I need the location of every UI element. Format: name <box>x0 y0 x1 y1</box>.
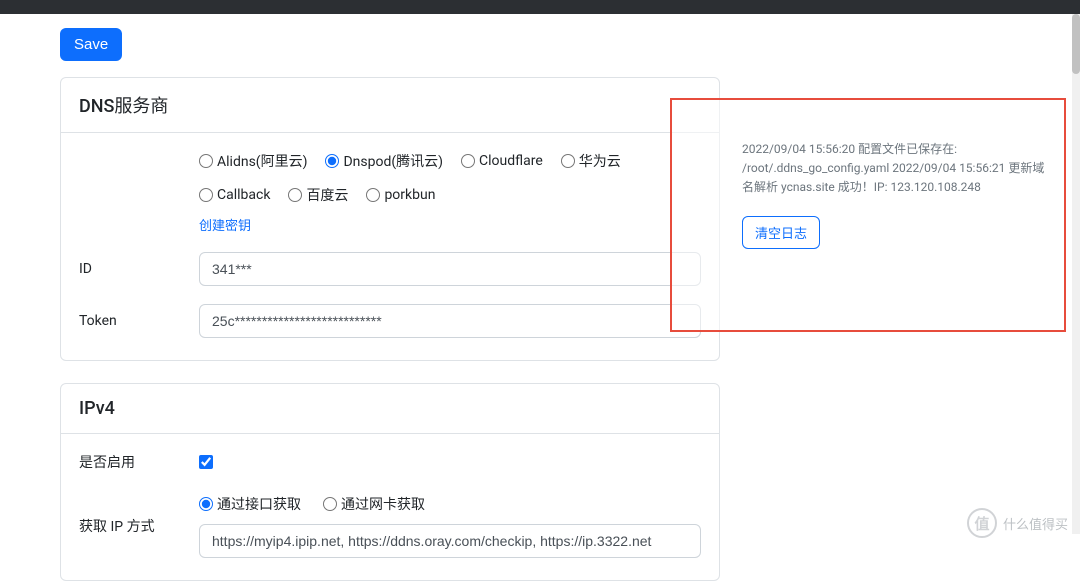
radio-baidu[interactable] <box>288 188 302 202</box>
log-panel: 2022/09/04 15:56:20 配置文件已保存在: /root/.ddn… <box>670 98 1066 332</box>
dns-provider-porkbun[interactable]: porkbun <box>366 187 435 203</box>
radio-huawei[interactable] <box>561 154 575 168</box>
dns-provider-huawei[interactable]: 华为云 <box>561 151 621 171</box>
save-button[interactable]: Save <box>60 28 122 61</box>
scrollbar-track[interactable] <box>1072 14 1080 534</box>
enable-label: 是否启用 <box>79 452 199 472</box>
radio-label: porkbun <box>384 187 435 203</box>
getip-label: 获取 IP 方式 <box>79 516 199 536</box>
dns-provider-cloudflare[interactable]: Cloudflare <box>461 153 543 169</box>
dns-provider-alidns[interactable]: Alidns(阿里云) <box>199 151 307 171</box>
enable-checkbox[interactable] <box>199 455 213 469</box>
watermark-text: 什么值得买 <box>1003 514 1068 533</box>
id-label: ID <box>79 261 199 277</box>
create-key-link[interactable]: 创建密钥 <box>199 219 251 234</box>
radio-label: 通过网卡获取 <box>341 494 425 514</box>
dns-card-title: DNS服务商 <box>61 78 719 133</box>
dns-provider-card: DNS服务商 Alidns(阿里云) Dnspod(腾讯云) Cloudflar… <box>60 77 720 361</box>
ip-url-input[interactable] <box>199 524 701 558</box>
radio-dnspod[interactable] <box>325 154 339 168</box>
window-topbar <box>0 0 1080 14</box>
id-input[interactable] <box>199 252 701 286</box>
radio-label: Callback <box>217 187 270 203</box>
radio-label: Cloudflare <box>479 153 543 169</box>
clear-log-button[interactable]: 清空日志 <box>742 216 820 249</box>
watermark: 值 什么值得买 <box>967 508 1068 538</box>
ipv4-card: IPv4 是否启用 获取 IP 方式 通过接口获取 通过网卡获取 <box>60 383 720 581</box>
radio-callback[interactable] <box>199 188 213 202</box>
radio-getip-api[interactable] <box>199 497 213 511</box>
radio-label: 华为云 <box>579 151 621 171</box>
scrollbar-thumb[interactable] <box>1072 14 1080 74</box>
dns-provider-radios: Alidns(阿里云) Dnspod(腾讯云) Cloudflare 华为云 C… <box>199 151 701 205</box>
getip-by-nic[interactable]: 通过网卡获取 <box>323 494 425 514</box>
token-input[interactable] <box>199 304 701 338</box>
radio-label: 通过接口获取 <box>217 494 301 514</box>
dns-provider-callback[interactable]: Callback <box>199 187 270 203</box>
watermark-badge-icon: 值 <box>967 508 997 538</box>
radio-label: Alidns(阿里云) <box>217 151 307 171</box>
radio-cloudflare[interactable] <box>461 154 475 168</box>
log-text: 2022/09/04 15:56:20 配置文件已保存在: /root/.ddn… <box>742 140 1046 198</box>
dns-provider-dnspod[interactable]: Dnspod(腾讯云) <box>325 151 443 171</box>
radio-alidns[interactable] <box>199 154 213 168</box>
radio-getip-nic[interactable] <box>323 497 337 511</box>
radio-porkbun[interactable] <box>366 188 380 202</box>
token-label: Token <box>79 313 199 329</box>
getip-by-api[interactable]: 通过接口获取 <box>199 494 301 514</box>
getip-radios: 通过接口获取 通过网卡获取 <box>199 494 701 514</box>
ipv4-card-title: IPv4 <box>61 384 719 434</box>
radio-label: 百度云 <box>306 185 348 205</box>
radio-label: Dnspod(腾讯云) <box>343 151 443 171</box>
dns-provider-baidu[interactable]: 百度云 <box>288 185 348 205</box>
